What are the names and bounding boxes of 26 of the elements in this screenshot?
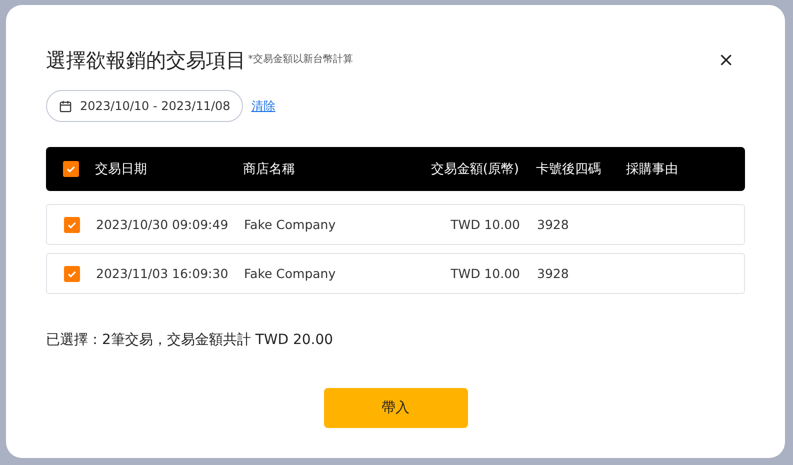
column-header: 卡號後四碼 [536, 161, 602, 178]
date-range-field[interactable]: 2023/10/10 - 2023/11/08 [46, 90, 244, 122]
column-header: 商店名稱 [243, 161, 296, 178]
close-button[interactable]: × [714, 49, 738, 71]
table-cell-text: 3928 [537, 266, 570, 281]
checkbox[interactable] [64, 216, 80, 232]
checkbox[interactable] [63, 161, 79, 177]
table-cell-text: TWD 10.00 [450, 266, 521, 281]
clear-link[interactable]: 清除 [251, 98, 276, 114]
currency-note: *交易金額以新台幣計算 [248, 52, 353, 66]
checkbox[interactable] [64, 266, 80, 282]
table-cell-text: 2023/11/03 16:09:30 [96, 266, 230, 281]
transaction-row[interactable]: 2023/11/03 16:09:30 Fake Company TWD 10.00 3928 [46, 253, 745, 294]
column-header: 交易日期 [95, 161, 148, 178]
table-cell-text: TWD 10.00 [450, 217, 521, 232]
column-header: 採購事由 [626, 161, 679, 178]
table-cell-text: Fake Company [244, 266, 337, 281]
table-cell-text: 3928 [537, 217, 570, 232]
calendar-icon [59, 100, 72, 112]
table-cell-text: 2023/10/30 09:09:49 [96, 217, 230, 232]
transaction-row[interactable]: 2023/10/30 09:09:49 Fake Company TWD 10.00 3928 [46, 204, 745, 245]
selection-summary: 已選擇：2筆交易，交易金額共計 TWD 20.00 [46, 331, 334, 349]
import-button[interactable]: 帶入 [324, 388, 468, 428]
dialog-title: 選擇欲報銷的交易項目 [46, 47, 246, 74]
table-cell-text: Fake Company [244, 217, 337, 232]
column-header: 交易金額(原幣) [430, 161, 520, 178]
